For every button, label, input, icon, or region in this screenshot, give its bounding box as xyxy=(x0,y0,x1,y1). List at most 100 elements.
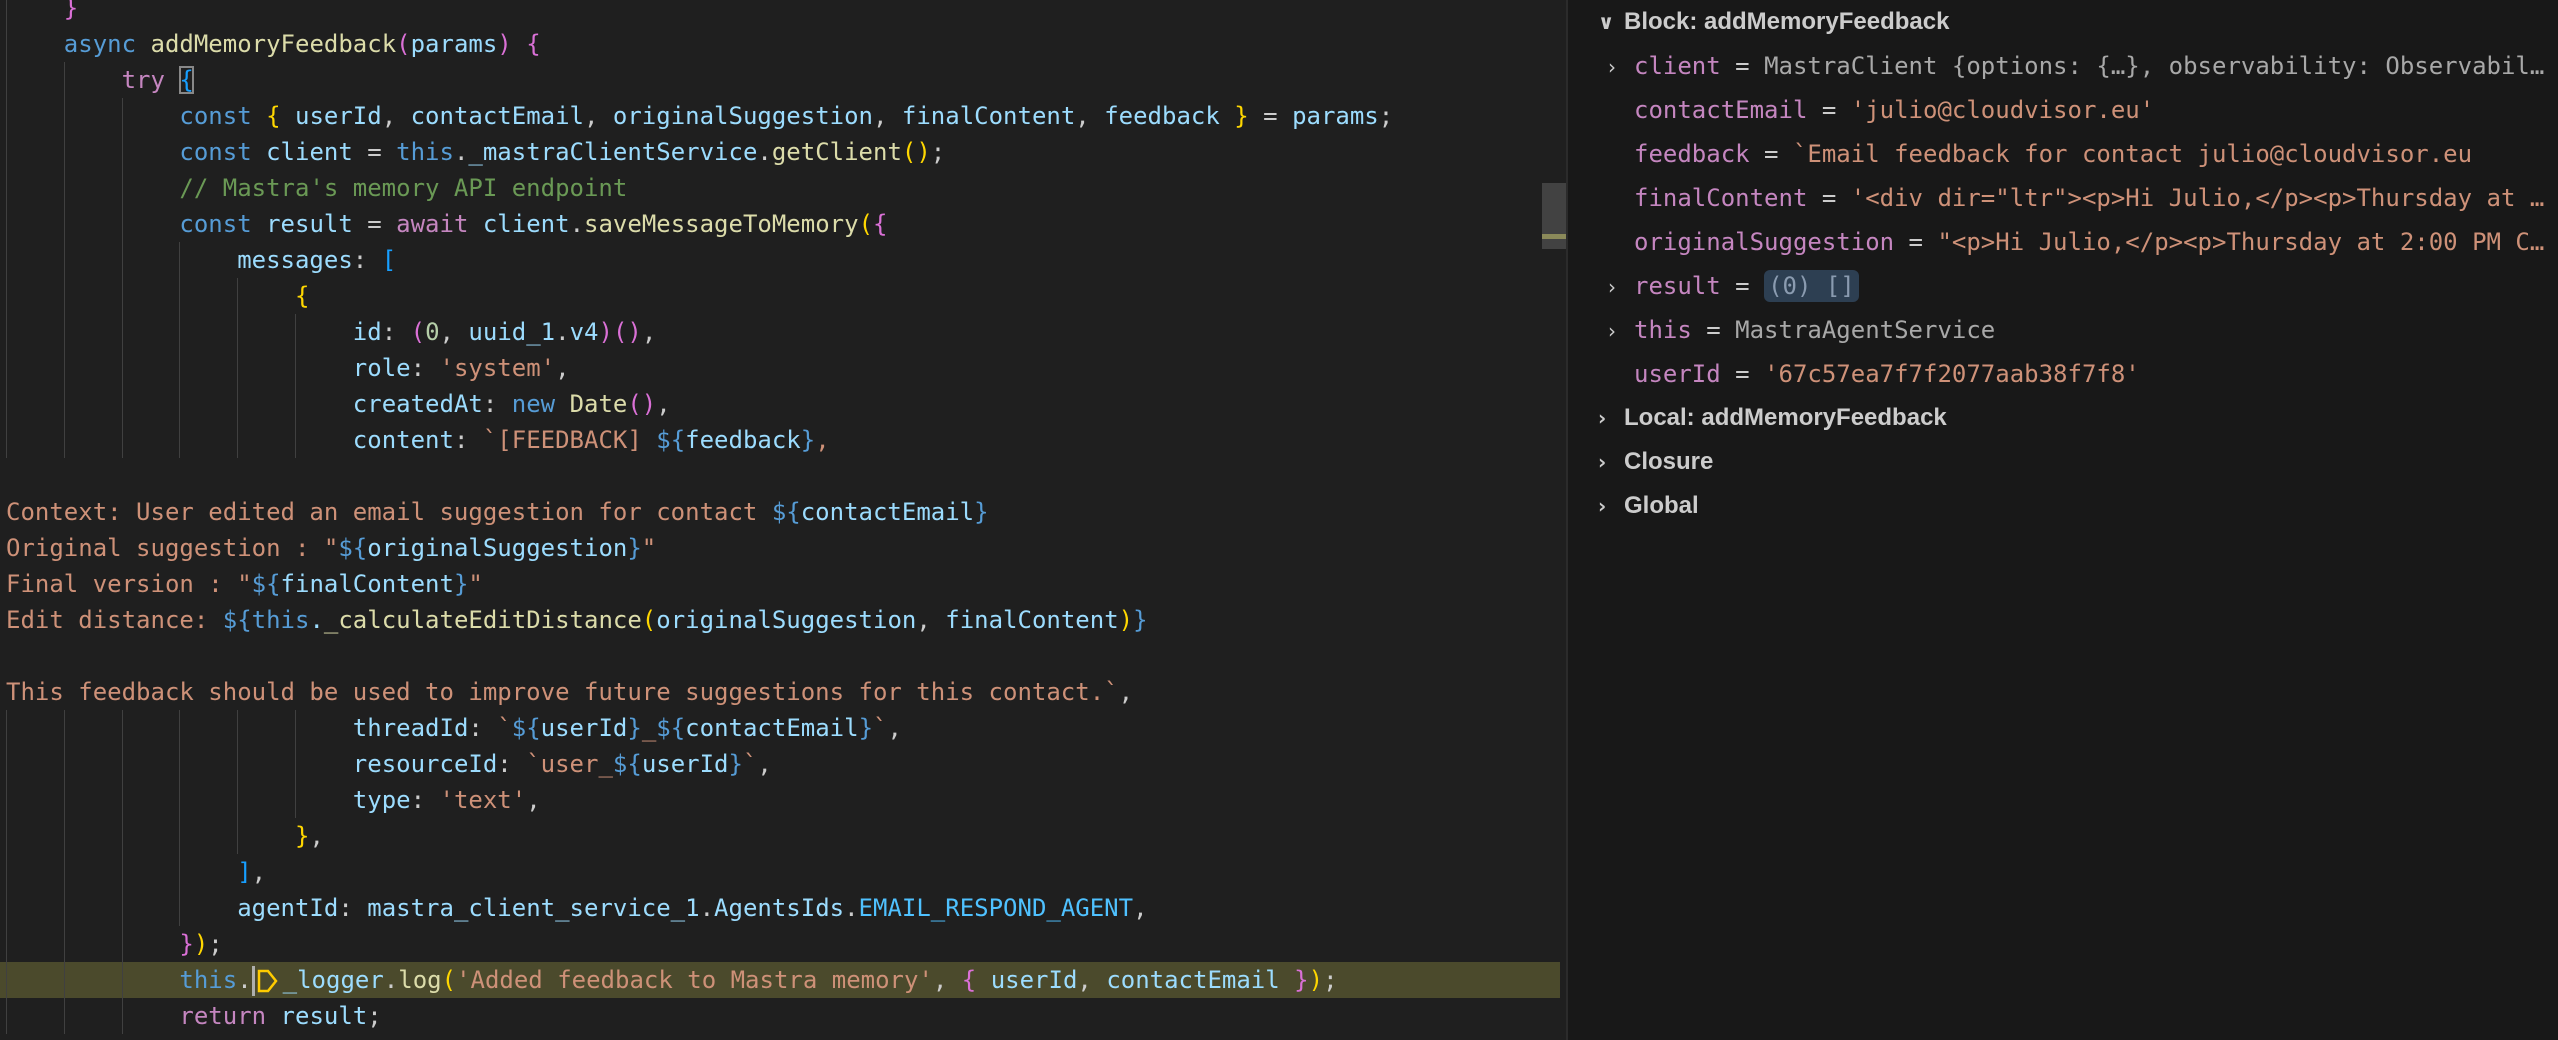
code-token: id xyxy=(352,318,382,346)
scope-global[interactable]: › Global xyxy=(1568,484,2558,528)
indent-guide xyxy=(6,422,7,458)
code-token: 'system' xyxy=(439,354,556,382)
code-line[interactable]: const client = this._mastraClientService… xyxy=(0,134,1560,170)
code-token: } xyxy=(179,930,194,958)
inline-breakpoint-icon[interactable] xyxy=(257,968,279,994)
indent-guide xyxy=(121,818,123,854)
code-token: } xyxy=(800,426,816,454)
indent-guide xyxy=(295,386,296,422)
variable-originalSuggestion[interactable]: originalSuggestion = "<p>Hi Julio,</p><p… xyxy=(1568,220,2558,264)
code-line[interactable]: const result = await client.saveMessageT… xyxy=(0,206,1560,242)
code-token: Original suggestion : " xyxy=(6,534,339,562)
equals-sign: = xyxy=(1720,52,1765,80)
code-line[interactable] xyxy=(0,458,1560,494)
indent-guide xyxy=(237,710,239,746)
code-line[interactable]: { xyxy=(0,278,1560,314)
chevron-right-icon[interactable]: › xyxy=(1608,45,1634,88)
code-token: const xyxy=(179,102,252,130)
code-line[interactable]: resourceId: `user_${userId}`, xyxy=(0,746,1560,782)
code-editor[interactable]: } async addMemoryFeedback(params) {try {c… xyxy=(0,0,1566,1040)
code-line[interactable]: }); xyxy=(0,926,1560,962)
code-line[interactable]: This feedback should be used to improve … xyxy=(0,674,1560,710)
indent-guide xyxy=(6,890,7,926)
indent-guide xyxy=(63,926,65,962)
code-line[interactable]: role: 'system', xyxy=(0,350,1560,386)
editor-scrollbar[interactable] xyxy=(1542,183,1566,249)
code-token: ${ xyxy=(612,750,642,778)
variable-contactEmail[interactable]: contactEmail = 'julio@cloudvisor.eu' xyxy=(1568,88,2558,132)
code-token: , xyxy=(887,714,902,742)
code-line[interactable]: Original suggestion : "${originalSuggest… xyxy=(0,530,1560,566)
code-token: log xyxy=(398,966,442,994)
variable-result[interactable]: › result = (0) [] xyxy=(1568,264,2558,308)
code-line[interactable]: // Mastra's memory API endpoint xyxy=(0,170,1560,206)
scope-closure[interactable]: › Closure xyxy=(1568,440,2558,484)
code-token: : xyxy=(410,354,440,382)
code-line[interactable]: agentId: mastra_client_service_1.AgentsI… xyxy=(0,890,1560,926)
code-token: } xyxy=(858,714,874,742)
code-token: agentId xyxy=(237,894,339,922)
code-line[interactable] xyxy=(0,638,1560,674)
code-token: getClient xyxy=(771,138,902,166)
code-token: finalContent xyxy=(901,102,1076,130)
code-line[interactable]: threadId: `${userId}_${contactEmail}`, xyxy=(0,710,1560,746)
code-token: ( xyxy=(396,30,411,58)
code-token: contactEmail xyxy=(1106,966,1280,994)
chevron-right-icon[interactable]: › xyxy=(1608,265,1634,308)
chevron-right-icon[interactable]: › xyxy=(1608,309,1634,352)
variable-userId[interactable]: userId = '67c57ea7f7f2077aab38f7f8' xyxy=(1568,352,2558,396)
indent-guide xyxy=(6,926,7,962)
chevron-right-icon: › xyxy=(1598,406,1607,430)
code-line[interactable]: messages: [ xyxy=(0,242,1560,278)
code-token: v4 xyxy=(569,318,599,346)
code-line[interactable]: return result; xyxy=(0,998,1560,1034)
code-line[interactable]: }, xyxy=(0,818,1560,854)
scope-local[interactable]: › Local: addMemoryFeedback xyxy=(1568,396,2558,440)
code-token: , xyxy=(873,102,902,130)
code-token: " xyxy=(468,570,483,598)
scope-block[interactable]: ∨ Block: addMemoryFeedback xyxy=(1568,0,2558,44)
code-token: const xyxy=(179,138,252,166)
code-line[interactable]: async addMemoryFeedback(params) { xyxy=(0,26,1560,62)
code-text: id: (0, uuid_1.v4)(), xyxy=(353,314,657,350)
code-token: : xyxy=(381,318,411,346)
code-token: ${ xyxy=(771,498,801,526)
variable-finalContent[interactable]: finalContent = '<div dir="ltr"><p>Hi Jul… xyxy=(1568,176,2558,220)
code-token: `[FEEDBACK] xyxy=(482,426,657,454)
code-line[interactable]: type: 'text', xyxy=(0,782,1560,818)
indent-guide xyxy=(6,278,7,314)
code-line[interactable]: content: `[FEEDBACK] ${feedback}, xyxy=(0,422,1560,458)
code-line[interactable]: try { xyxy=(0,62,1560,98)
variable-name: result xyxy=(1634,272,1721,300)
variable-value: 'julio@cloudvisor.eu' xyxy=(1850,96,2155,124)
code-line[interactable]: Context: User edited an email suggestion… xyxy=(0,494,1560,530)
code-token: } xyxy=(728,750,743,778)
variable-feedback[interactable]: feedback = `Email feedback for contact j… xyxy=(1568,132,2558,176)
chevron-right-icon: › xyxy=(1598,494,1607,518)
variable-client[interactable]: › client = MastraClient {options: {…}, ob… xyxy=(1568,44,2558,88)
indent-guide xyxy=(121,278,123,314)
code-line[interactable]: Final version : "${finalContent}" xyxy=(0,566,1560,602)
code-line[interactable]: ], xyxy=(0,854,1560,890)
current-execution-line[interactable]: this. _logger.log('Added feedback to Mast… xyxy=(0,962,1560,998)
code-text: Final version : "${finalContent}" xyxy=(6,566,483,602)
code-token: await xyxy=(396,210,469,238)
code-line[interactable]: createdAt: new Date(), xyxy=(0,386,1560,422)
code-text: const { userId, contactEmail, originalSu… xyxy=(179,98,1393,134)
code-line[interactable]: const { userId, contactEmail, originalSu… xyxy=(0,98,1560,134)
code-token: 'text' xyxy=(439,786,527,814)
indent-guide xyxy=(63,206,65,242)
code-text: Context: User edited an email suggestion… xyxy=(6,494,989,530)
code-line[interactable]: } xyxy=(0,0,1560,26)
variable-value: MastraClient {options: {…}, observabilit… xyxy=(1764,52,2545,80)
variable-this[interactable]: › this = MastraAgentService xyxy=(1568,308,2558,352)
code-line[interactable]: id: (0, uuid_1.v4)(), xyxy=(0,314,1560,350)
equals-sign: = xyxy=(1807,184,1851,212)
variable-name: finalContent xyxy=(1634,184,1808,212)
indent-guide xyxy=(6,854,7,890)
code-line[interactable]: Edit distance: ${this._calculateEditDist… xyxy=(0,602,1560,638)
code-token: [ xyxy=(381,246,397,274)
